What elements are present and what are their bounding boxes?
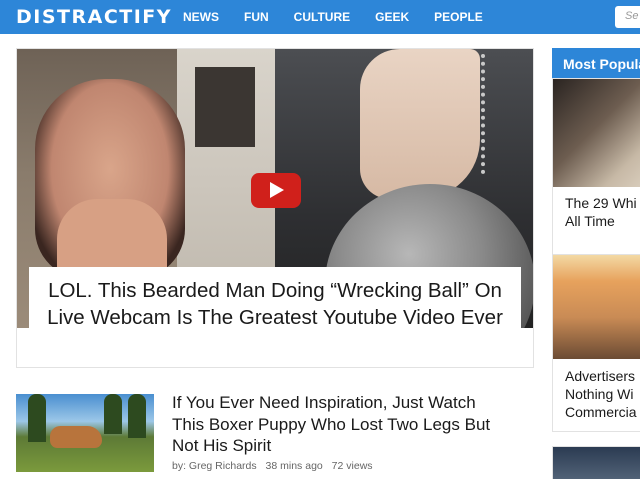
featured-title[interactable]: LOL. This Bearded Man Doing “Wrecking Ba… [29,277,521,331]
article-author: by: Greg Richards [172,460,257,472]
nav-item-news[interactable]: NEWS [183,10,219,24]
sidebar-header: Most Popula [552,48,640,78]
main-nav: NEWS FUN CULTURE GEEK PEOPLE [183,10,508,24]
popular-card-title[interactable]: The 29 Whi All Time [565,194,640,230]
search-placeholder: Se [625,10,639,22]
article-list-item[interactable]: If You Ever Need Inspiration, Just Watch… [16,392,532,479]
sidebar-header-title: Most Popula [563,56,640,72]
play-icon[interactable] [251,173,301,208]
article-time: 38 mins ago [265,460,323,472]
article-meta: by: Greg Richards 38 mins ago 72 views [172,460,379,472]
sidebar-most-popular: Most Popula The 29 Whi All Time Advertis… [552,48,640,479]
nav-item-geek[interactable]: GEEK [375,10,409,24]
featured-article[interactable]: LOL. This Bearded Man Doing “Wrecking Ba… [16,48,534,368]
nav-item-culture[interactable]: CULTURE [294,10,350,24]
popular-card-title[interactable]: Advertisers Nothing Wi Commercia [565,367,640,421]
popular-card-thumbnail[interactable] [553,79,640,187]
nav-item-fun[interactable]: FUN [244,10,269,24]
popular-card[interactable] [552,446,640,479]
article-thumbnail[interactable] [16,394,154,472]
nav-item-people[interactable]: PEOPLE [434,10,483,24]
top-nav-bar: DISTRACTIFY NEWS FUN CULTURE GEEK PEOPLE… [0,0,640,34]
search-input[interactable]: Se [615,6,640,28]
article-views: 72 views [331,460,373,472]
article-title[interactable]: If You Ever Need Inspiration, Just Watch… [172,392,512,457]
site-logo[interactable]: DISTRACTIFY [16,6,172,28]
popular-card[interactable]: Advertisers Nothing Wi Commercia [552,254,640,432]
popular-card-thumbnail[interactable] [553,255,640,359]
featured-caption: LOL. This Bearded Man Doing “Wrecking Ba… [29,267,521,364]
